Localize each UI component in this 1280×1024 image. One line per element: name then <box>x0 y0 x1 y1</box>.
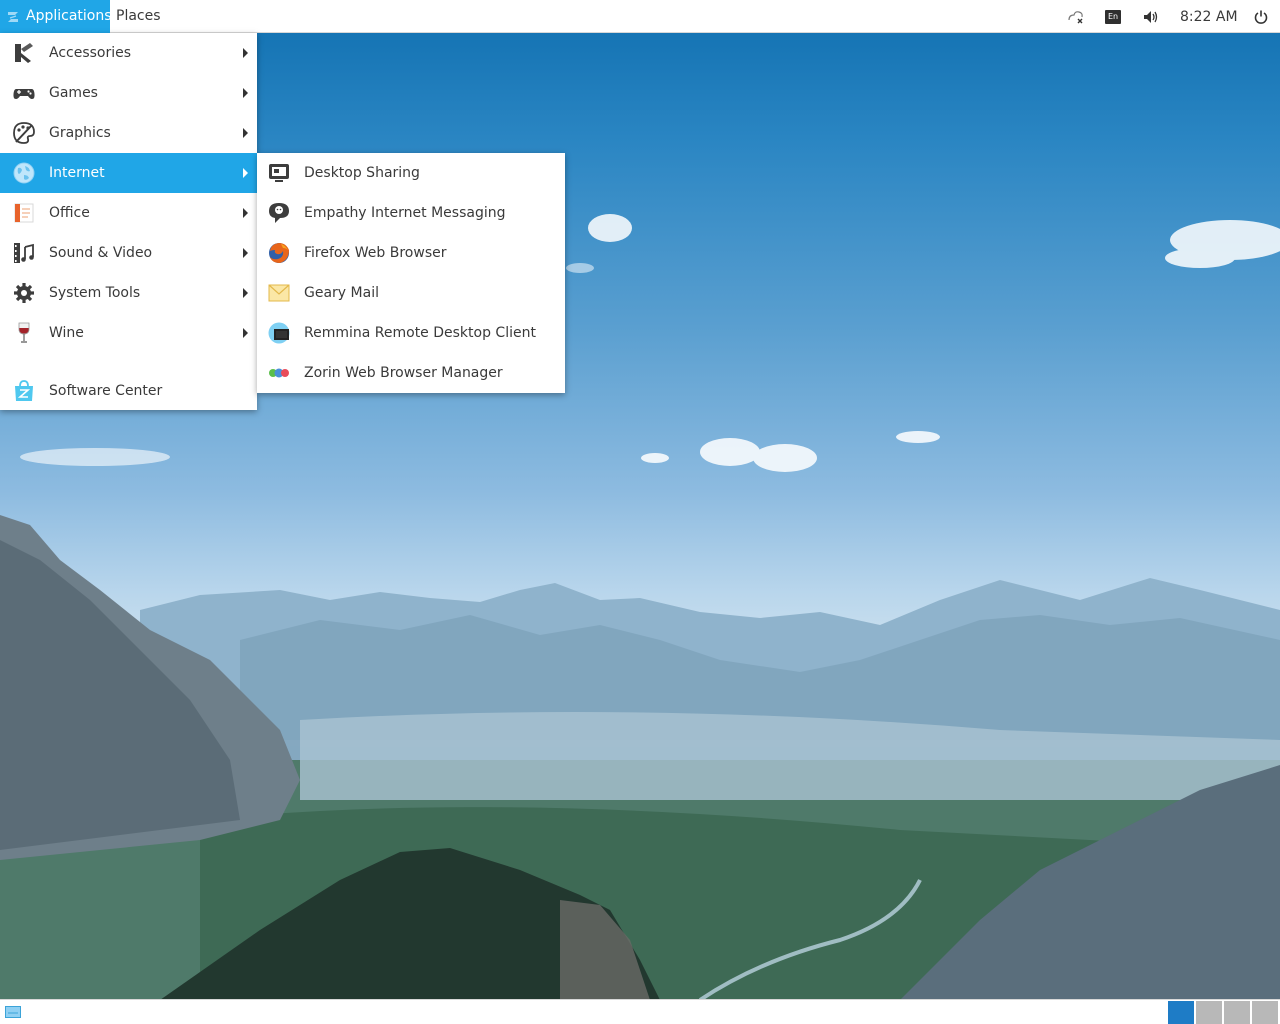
menu-item-remmina[interactable]: Remmina Remote Desktop Client <box>257 313 565 353</box>
volume-icon[interactable] <box>1142 0 1160 33</box>
menu-item-wine[interactable]: Wine <box>0 313 257 353</box>
menu-item-system-tools[interactable]: System Tools <box>0 273 257 313</box>
applications-menu: Accessories Games Graphics Internet Offi… <box>0 33 257 410</box>
software-center-icon <box>15 380 33 401</box>
menu-item-geary-mail[interactable]: Geary Mail <box>257 273 565 313</box>
show-desktop-icon[interactable] <box>5 1006 21 1018</box>
places-menu-button[interactable]: Places <box>116 0 161 33</box>
menu-item-zorin-web-browser-manager[interactable]: Zorin Web Browser Manager <box>257 353 565 393</box>
submenu-arrow-icon <box>243 168 248 178</box>
submenu-arrow-icon <box>243 248 248 258</box>
menu-item-games[interactable]: Games <box>0 73 257 113</box>
workspace-1[interactable] <box>1168 1001 1194 1024</box>
workspace-2[interactable] <box>1196 1001 1222 1024</box>
menu-item-label: Accessories <box>49 45 132 61</box>
menu-item-label: Desktop Sharing <box>304 165 420 181</box>
submenu-arrow-icon <box>243 328 248 338</box>
bottom-panel <box>0 999 1280 1024</box>
menu-item-label: Empathy Internet Messaging <box>304 205 506 221</box>
globe-icon <box>13 162 35 184</box>
menu-item-office[interactable]: Office <box>0 193 257 233</box>
workspace-switcher <box>1168 1001 1278 1024</box>
submenu-arrow-icon <box>243 48 248 58</box>
firefox-icon <box>269 243 289 263</box>
menu-item-empathy[interactable]: Empathy Internet Messaging <box>257 193 565 233</box>
zorin-logo-icon <box>8 12 18 22</box>
internet-submenu: Desktop Sharing Empathy Internet Messagi… <box>257 153 565 393</box>
applications-label: Applications <box>26 8 112 24</box>
menu-item-label: Wine <box>49 325 84 341</box>
film-music-icon <box>14 243 34 263</box>
submenu-arrow-icon <box>243 288 248 298</box>
menu-item-label: Software Center <box>49 383 163 399</box>
applications-menu-button[interactable]: Applications <box>0 0 112 33</box>
menu-item-label: Firefox Web Browser <box>304 245 447 261</box>
menu-item-accessories[interactable]: Accessories <box>0 33 257 73</box>
workspace-3[interactable] <box>1224 1001 1250 1024</box>
menu-item-label: Zorin Web Browser Manager <box>304 365 503 381</box>
clock[interactable]: 8:22 AM <box>1180 0 1240 33</box>
menu-item-label: Games <box>49 85 98 101</box>
accessories-icon <box>15 43 33 63</box>
menu-item-label: Graphics <box>49 125 111 141</box>
graphics-palette-icon <box>13 122 35 144</box>
gear-icon <box>14 283 34 303</box>
menu-item-label: Office <box>49 205 90 221</box>
menu-item-label: Remmina Remote Desktop Client <box>304 325 536 341</box>
menu-item-internet[interactable]: Internet <box>0 153 257 193</box>
menu-item-sound-video[interactable]: Sound & Video <box>0 233 257 273</box>
submenu-arrow-icon <box>243 208 248 218</box>
menu-item-label: Internet <box>49 165 105 181</box>
browser-manager-icon <box>269 368 289 378</box>
network-disconnected-icon[interactable] <box>1066 0 1086 33</box>
remote-desktop-icon <box>268 322 290 344</box>
office-document-icon <box>14 203 34 223</box>
wine-glass-icon <box>18 322 30 343</box>
gamepad-icon <box>13 89 35 99</box>
chat-bubble-icon <box>269 203 289 223</box>
submenu-arrow-icon <box>243 88 248 98</box>
menu-item-label: Sound & Video <box>49 245 153 261</box>
top-panel: Applications Places En 8:22 AM <box>0 0 1280 33</box>
menu-item-desktop-sharing[interactable]: Desktop Sharing <box>257 153 565 193</box>
menu-item-graphics[interactable]: Graphics <box>0 113 257 153</box>
mail-envelope-icon <box>268 284 290 302</box>
keyboard-layout-label: En <box>1105 9 1121 24</box>
menu-item-label: System Tools <box>49 285 141 301</box>
desktop-sharing-icon <box>269 164 289 182</box>
keyboard-layout-indicator[interactable]: En <box>1104 0 1122 33</box>
menu-item-firefox[interactable]: Firefox Web Browser <box>257 233 565 273</box>
workspace-4[interactable] <box>1252 1001 1278 1024</box>
submenu-arrow-icon <box>243 128 248 138</box>
menu-item-software-center[interactable]: Software Center <box>0 371 257 411</box>
power-icon[interactable] <box>1252 0 1270 33</box>
menu-item-label: Geary Mail <box>304 285 379 301</box>
